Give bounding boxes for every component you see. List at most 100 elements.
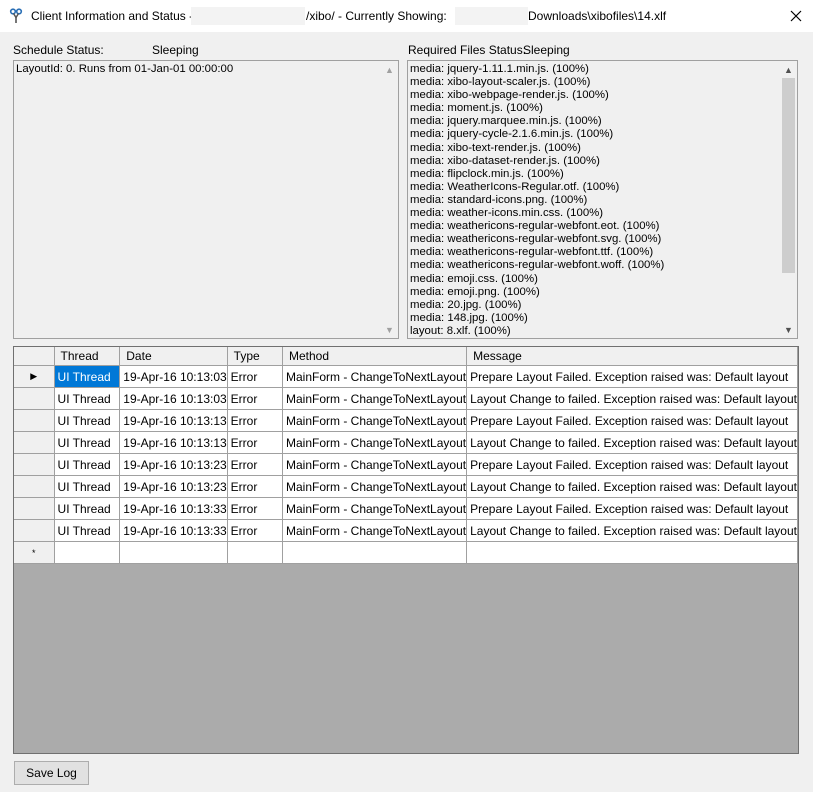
column-header-method[interactable]: Method — [282, 347, 468, 366]
table-row[interactable]: UI Thread 19-Apr-16 10:13:13 Error MainForm… — [14, 409, 798, 432]
new-row-cell[interactable] — [282, 541, 468, 564]
table-row[interactable]: UI Thread 19-Apr-16 10:13:23 Error MainForm… — [14, 475, 798, 498]
required-file-line[interactable]: media: xibo-layout-scaler.js. (100%) — [410, 76, 664, 89]
schedule-scrollbar[interactable]: ▲ ▼ — [381, 61, 398, 338]
table-row[interactable]: UI Thread 19-Apr-16 10:13:23 Error MainForm… — [14, 453, 798, 476]
cell-thread[interactable]: UI Thread — [54, 519, 121, 542]
cell-thread[interactable]: UI Thread — [54, 431, 121, 454]
cell-type[interactable]: Error — [227, 475, 284, 498]
cell-message[interactable]: Prepare Layout Failed. Exception raised … — [466, 409, 798, 432]
column-header-thread[interactable]: Thread — [54, 347, 121, 366]
new-row-marker[interactable]: * — [14, 541, 55, 564]
row-header[interactable] — [14, 475, 55, 498]
cell-method[interactable]: MainForm - ChangeToNextLayout — [282, 365, 468, 388]
required-file-line[interactable]: media: xibo-dataset-render.js. (100%) — [410, 155, 664, 168]
required-file-line[interactable]: media: weathericons-regular-webfont.ttf.… — [410, 246, 664, 259]
schedule-line[interactable]: LayoutId: 0. Runs from 01-Jan-01 00:00:0… — [16, 63, 233, 76]
table-row[interactable]: ▶ UI Thread 19-Apr-16 10:13:03 Error MainFor… — [14, 365, 798, 388]
cell-method[interactable]: MainForm - ChangeToNextLayout — [282, 475, 468, 498]
cell-date[interactable]: 19-Apr-16 10:13:13 — [119, 409, 228, 432]
cell-type[interactable]: Error — [227, 387, 284, 410]
cell-date[interactable]: 19-Apr-16 10:13:03 — [119, 387, 228, 410]
cell-message[interactable]: Prepare Layout Failed. Exception raised … — [466, 365, 798, 388]
required-file-line[interactable]: media: 148.jpg. (100%) — [410, 312, 664, 325]
cell-type[interactable]: Error — [227, 409, 284, 432]
required-file-line[interactable]: media: standard-icons.png. (100%) — [410, 194, 664, 207]
cell-method[interactable]: MainForm - ChangeToNextLayout — [282, 519, 468, 542]
table-row[interactable]: UI Thread 19-Apr-16 10:13:33 Error MainForm… — [14, 497, 798, 520]
schedule-status-list[interactable]: LayoutId: 0. Runs from 01-Jan-01 00:00:0… — [13, 60, 399, 339]
column-header-message[interactable]: Message — [466, 347, 798, 366]
scroll-up-arrow-icon[interactable]: ▲ — [381, 61, 398, 78]
cell-message[interactable]: Layout Change to failed. Exception raise… — [466, 519, 798, 542]
cell-message[interactable]: Prepare Layout Failed. Exception raised … — [466, 453, 798, 476]
cell-type[interactable]: Error — [227, 497, 284, 520]
required-file-line[interactable]: media: weathericons-regular-webfont.woff… — [410, 259, 664, 272]
row-header[interactable] — [14, 497, 55, 520]
column-header-type[interactable]: Type — [227, 347, 284, 366]
scroll-down-arrow-icon[interactable]: ▼ — [780, 321, 797, 338]
row-header[interactable] — [14, 453, 55, 476]
row-header[interactable] — [14, 519, 55, 542]
cell-method[interactable]: MainForm - ChangeToNextLayout — [282, 497, 468, 520]
required-file-line[interactable]: media: weather-icons.min.css. (100%) — [410, 207, 664, 220]
scroll-up-arrow-icon[interactable]: ▲ — [780, 61, 797, 78]
new-row-cell[interactable] — [227, 541, 284, 564]
required-file-line[interactable]: media: flipclock.min.js. (100%) — [410, 168, 664, 181]
cell-date[interactable]: 19-Apr-16 10:13:33 — [119, 519, 228, 542]
cell-message[interactable]: Layout Change to failed. Exception raise… — [466, 387, 798, 410]
log-grid[interactable]: Thread Date Type Method Message ▶ UI Thre… — [13, 346, 799, 754]
cell-date[interactable]: 19-Apr-16 10:13:23 — [119, 475, 228, 498]
required-file-line[interactable]: media: xibo-webpage-render.js. (100%) — [410, 89, 664, 102]
required-file-line[interactable]: media: jquery.marquee.min.js. (100%) — [410, 115, 664, 128]
new-row-cell[interactable] — [119, 541, 228, 564]
cell-method[interactable]: MainForm - ChangeToNextLayout — [282, 431, 468, 454]
required-file-line[interactable]: media: xibo-text-render.js. (100%) — [410, 142, 664, 155]
table-row[interactable]: UI Thread 19-Apr-16 10:13:13 Error MainForm… — [14, 431, 798, 454]
scroll-down-arrow-icon[interactable]: ▼ — [381, 321, 398, 338]
cell-method[interactable]: MainForm - ChangeToNextLayout — [282, 409, 468, 432]
cell-message[interactable]: Layout Change to failed. Exception raise… — [466, 475, 798, 498]
cell-method[interactable]: MainForm - ChangeToNextLayout — [282, 453, 468, 476]
cell-message[interactable]: Layout Change to failed. Exception raise… — [466, 431, 798, 454]
required-files-scrollbar[interactable]: ▲ ▼ — [780, 61, 797, 338]
cell-thread[interactable]: UI Thread — [54, 453, 121, 476]
cell-type[interactable]: Error — [227, 453, 284, 476]
required-file-line[interactable]: media: 20.jpg. (100%) — [410, 299, 664, 312]
close-button[interactable] — [778, 0, 813, 32]
cell-thread[interactable]: UI Thread — [54, 475, 121, 498]
required-file-line[interactable]: media: jquery-1.11.1.min.js. (100%) — [410, 63, 664, 76]
cell-thread[interactable]: UI Thread — [54, 387, 121, 410]
required-file-line[interactable]: media: emoji.css. (100%) — [410, 273, 664, 286]
cell-date[interactable]: 19-Apr-16 10:13:23 — [119, 453, 228, 476]
new-row-cell[interactable] — [466, 541, 798, 564]
cell-type[interactable]: Error — [227, 365, 284, 388]
row-header[interactable] — [14, 431, 55, 454]
cell-type[interactable]: Error — [227, 431, 284, 454]
cell-type[interactable]: Error — [227, 519, 284, 542]
table-row[interactable]: UI Thread 19-Apr-16 10:13:03 Error MainForm… — [14, 387, 798, 410]
required-file-line[interactable]: media: weathericons-regular-webfont.svg.… — [410, 233, 664, 246]
required-file-line[interactable]: layout: 8.xlf. (100%) — [410, 325, 664, 338]
row-header[interactable] — [14, 409, 55, 432]
title-bar[interactable]: Client Information and Status - /xibo/ -… — [0, 0, 813, 32]
new-row-cell[interactable] — [54, 541, 121, 564]
cell-thread[interactable]: UI Thread — [54, 365, 121, 388]
cell-method[interactable]: MainForm - ChangeToNextLayout — [282, 387, 468, 410]
required-file-line[interactable]: media: weathericons-regular-webfont.eot.… — [410, 220, 664, 233]
cell-date[interactable]: 19-Apr-16 10:13:33 — [119, 497, 228, 520]
cell-thread[interactable]: UI Thread — [54, 497, 121, 520]
required-file-line[interactable]: media: moment.js. (100%) — [410, 102, 664, 115]
row-header[interactable]: ▶ — [14, 365, 55, 388]
cell-date[interactable]: 19-Apr-16 10:13:13 — [119, 431, 228, 454]
row-header-corner[interactable] — [14, 347, 55, 366]
cell-thread[interactable]: UI Thread — [54, 409, 121, 432]
required-files-list[interactable]: media: jquery-1.11.1.min.js. (100%) media… — [407, 60, 798, 339]
cell-message[interactable]: Prepare Layout Failed. Exception raised … — [466, 497, 798, 520]
cell-date[interactable]: 19-Apr-16 10:13:03 — [119, 365, 228, 388]
row-header[interactable] — [14, 387, 55, 410]
required-file-line[interactable]: media: emoji.png. (100%) — [410, 286, 664, 299]
scrollbar-thumb[interactable] — [782, 78, 795, 273]
column-header-date[interactable]: Date — [119, 347, 228, 366]
required-file-line[interactable]: media: WeatherIcons-Regular.otf. (100%) — [410, 181, 664, 194]
